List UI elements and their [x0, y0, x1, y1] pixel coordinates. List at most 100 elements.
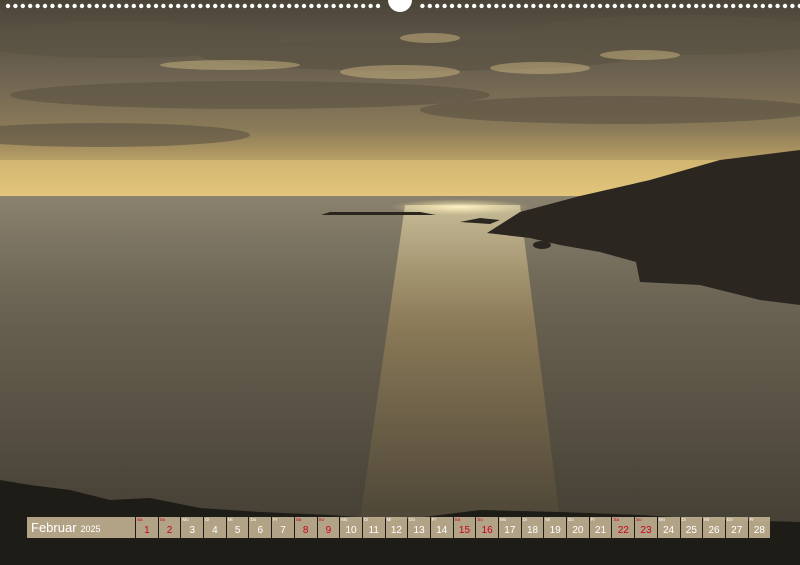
binding-hole [220, 3, 225, 9]
binding-hole [161, 3, 166, 9]
day-number: 7 [280, 525, 286, 536]
day-number: 5 [234, 525, 241, 536]
day-cell: Mo 10 [340, 517, 362, 538]
weekday-label: Mi [227, 517, 233, 522]
binding-hole [627, 3, 632, 9]
day-cell: Do 27 [725, 517, 748, 538]
binding-hole [235, 3, 240, 9]
binding-hole [457, 3, 462, 9]
binding-hole [316, 3, 321, 9]
weekday-label: Sa [454, 517, 461, 522]
binding-hole [435, 3, 440, 9]
binding-hole [242, 3, 247, 9]
binding-hole [612, 3, 617, 9]
binding-hole [353, 3, 358, 9]
weekday-label: So [477, 517, 483, 522]
binding-hole [708, 3, 714, 9]
weekday-label: Mo [658, 517, 666, 522]
day-cell: Sa 8 [294, 517, 317, 538]
day-number: 20 [572, 525, 584, 536]
day-number: 28 [753, 525, 765, 536]
binding-hole [538, 3, 543, 9]
coastal-sunset-photo [0, 0, 800, 565]
day-cells: Sa 1 So 2 Mo 3 Di 4 Mi 5 Do 6 Fr 7 Sa 8 So 9 Mo 10 Di 11 Mi 12 D… [136, 517, 771, 538]
weekday-label: Mi [545, 517, 551, 522]
day-cell: Fr 7 [272, 517, 294, 538]
weekday-label: Sa [295, 517, 302, 522]
binding-hole [309, 3, 314, 9]
day-number: 6 [257, 525, 264, 536]
spiral-binding [5, 0, 800, 12]
binding-hole [531, 3, 536, 9]
binding-hole [301, 3, 307, 9]
binding-hole [20, 3, 25, 9]
binding-hole [501, 3, 506, 9]
binding-hole [694, 3, 699, 9]
year-label: 2025 [80, 523, 101, 534]
binding-hole [671, 3, 677, 9]
binding-hole [723, 3, 728, 9]
day-cell: Fr 14 [430, 517, 453, 538]
binding-hole [79, 3, 85, 9]
binding-hole [753, 3, 758, 9]
weekday-label: Fr [749, 517, 754, 522]
month-label-cell: Februar 2025 [27, 517, 135, 538]
binding-hole [716, 3, 721, 9]
day-cell: Do 6 [249, 517, 272, 538]
day-cell: Fr 21 [589, 517, 612, 538]
day-number: 17 [504, 525, 516, 536]
day-number: 23 [640, 525, 652, 536]
day-cell: So 2 [158, 517, 181, 538]
day-cell: Di 11 [362, 517, 385, 538]
day-cell: Mi 5 [226, 517, 249, 538]
binding-hole [472, 3, 477, 9]
day-number: 24 [663, 525, 675, 536]
weekday-label: So [159, 517, 166, 522]
binding-hole [523, 3, 529, 9]
binding-hole [102, 3, 107, 9]
binding-hole [494, 3, 499, 9]
weekday-label: Mo [182, 517, 189, 522]
binding-hole [509, 3, 514, 9]
binding-hole [768, 3, 773, 9]
binding-hole [87, 3, 92, 9]
binding-hole [420, 3, 425, 9]
binding-hole [294, 3, 299, 9]
day-number: 11 [368, 525, 379, 536]
binding-hole [13, 3, 18, 9]
binding-hole [686, 3, 691, 9]
day-cell: Di 4 [204, 517, 226, 538]
weekday-label: Di [363, 517, 369, 522]
binding-hole [146, 3, 151, 9]
day-number: 22 [617, 525, 629, 536]
day-number: 9 [325, 525, 332, 536]
binding-hole [279, 3, 284, 9]
binding-hole [568, 3, 573, 9]
day-number: 26 [708, 525, 720, 536]
binding-hole [264, 3, 270, 9]
binding-hole [205, 3, 210, 9]
binding-hole [464, 3, 469, 9]
binding-hole [442, 3, 447, 9]
day-cell: Mi 19 [544, 517, 567, 538]
weekday-label: Mi [704, 517, 709, 522]
binding-hole [139, 3, 144, 9]
day-number: 2 [166, 525, 173, 536]
binding-hole [701, 3, 706, 9]
binding-hole [28, 3, 33, 9]
binding-hole [250, 3, 255, 9]
binding-hole [213, 3, 218, 9]
day-cell: So 9 [317, 517, 340, 538]
binding-hole [168, 3, 173, 9]
day-number: 27 [731, 525, 743, 536]
day-cell: Di 25 [680, 517, 703, 538]
binding-hole [657, 3, 662, 9]
binding-hole [597, 3, 603, 9]
binding-hole [731, 3, 736, 9]
binding-hole [738, 3, 743, 9]
binding-hole [5, 3, 11, 9]
binding-hole [679, 3, 684, 9]
binding-hole [109, 3, 114, 9]
day-number: 18 [526, 525, 539, 536]
day-number: 4 [212, 525, 218, 536]
